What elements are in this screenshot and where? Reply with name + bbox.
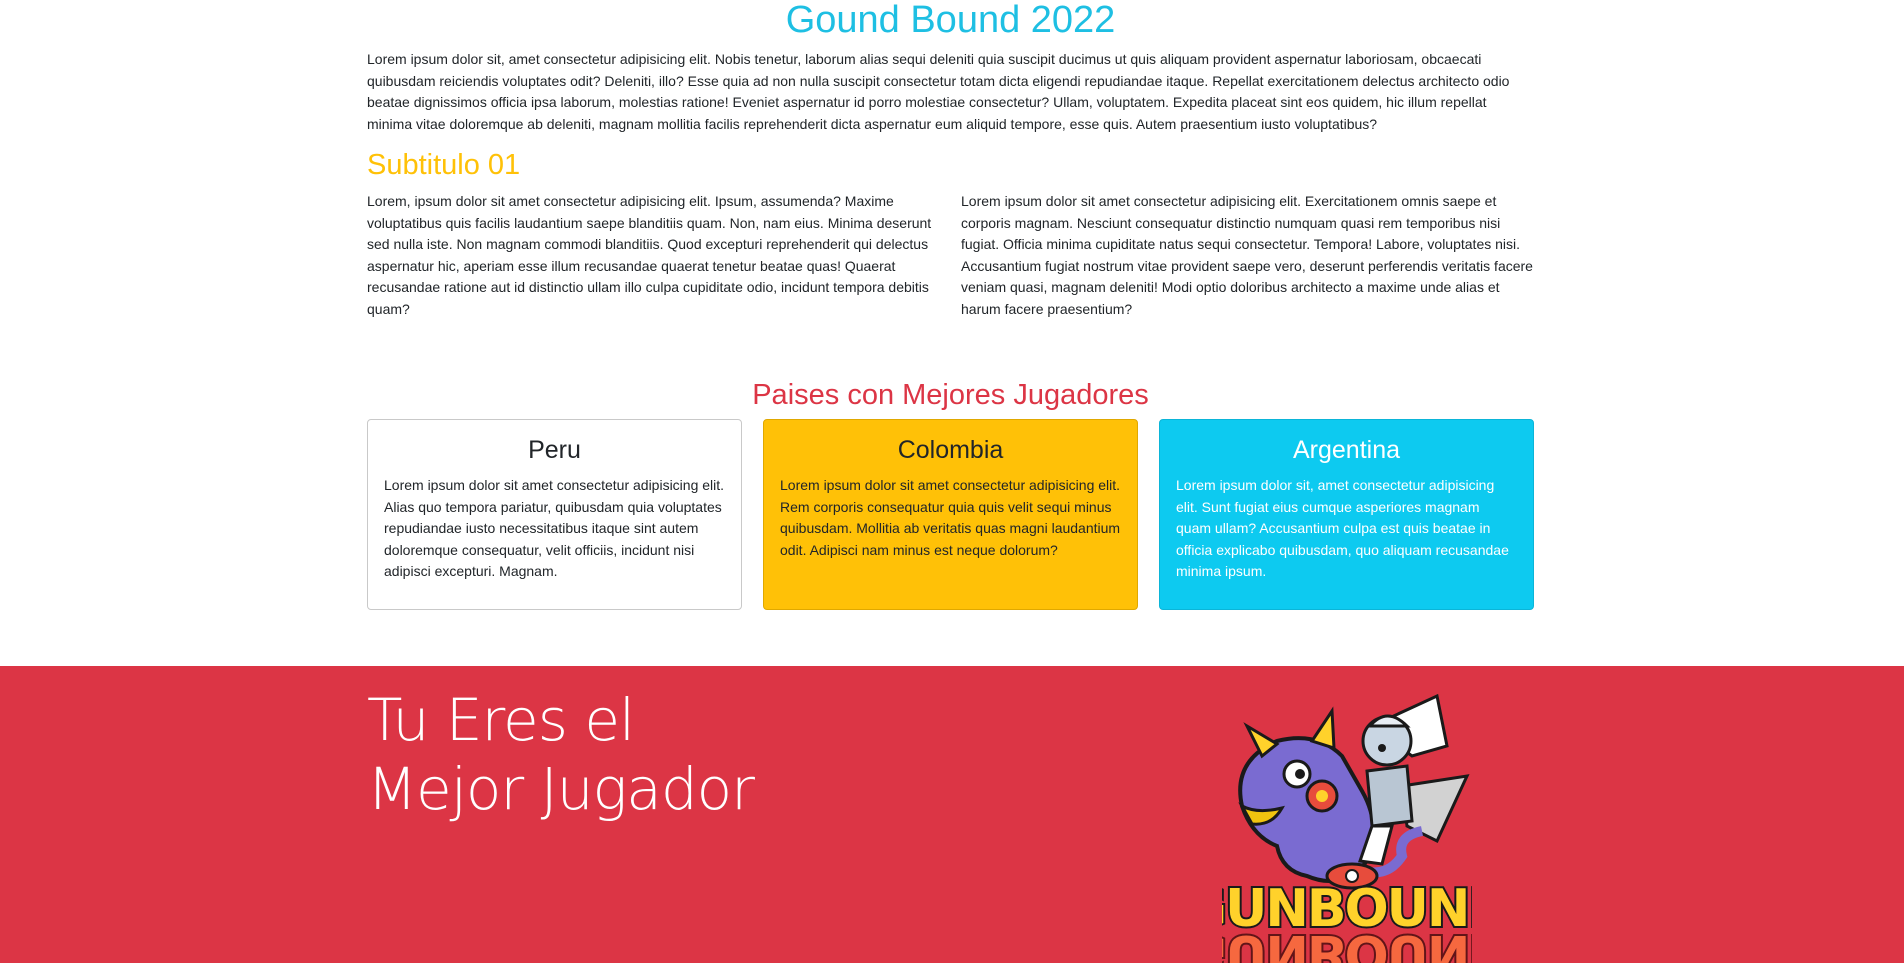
card-title: Colombia [897,436,1004,464]
card-title: Peru [528,436,581,464]
svg-text:GUNBOUND: GUNBOUND [1222,923,1472,963]
card-text: Lorem ipsum dolor sit amet consectetur a… [780,477,1121,558]
page: Gound Bound 2022 Lorem ipsum dolor sit, … [0,0,1904,963]
page-title: Gound Bound 2022 [785,0,1116,41]
subtitle-01: Subtitulo 01 [367,149,521,181]
card-title: Argentina [1292,436,1401,464]
card-text: Lorem ipsum dolor sit, amet consectetur … [1176,477,1509,579]
gunbound-logo-icon: GUNBOUND GUNBOUND [1182,686,1514,963]
footer-title-line-2: Mejor Jugador [367,755,755,823]
footer-title: Tu Eres el Mejor Jugador [367,686,755,824]
right-column-text: Lorem ipsum dolor sit amet consectetur a… [961,193,1533,317]
country-card-peru: Peru Lorem ipsum dolor sit amet consecte… [367,419,742,610]
footer-banner: Tu Eres el Mejor Jugador UNBOUN UNBOUN [0,666,1904,963]
countries-section-title: Paises con Mejores Jugadores [752,379,1149,411]
footer-title-line-1: Tu Eres el [367,686,635,754]
country-card-argentina: Argentina Lorem ipsum dolor sit, amet co… [1159,419,1534,610]
card-text: Lorem ipsum dolor sit amet consectetur a… [384,477,725,579]
country-card-colombia: Colombia Lorem ipsum dolor sit amet cons… [763,419,1138,610]
left-column-text: Lorem, ipsum dolor sit amet consectetur … [367,193,932,317]
intro-paragraph: Lorem ipsum dolor sit, amet consectetur … [367,51,1510,132]
main-container: Gound Bound 2022 Lorem ipsum dolor sit, … [367,0,1534,666]
